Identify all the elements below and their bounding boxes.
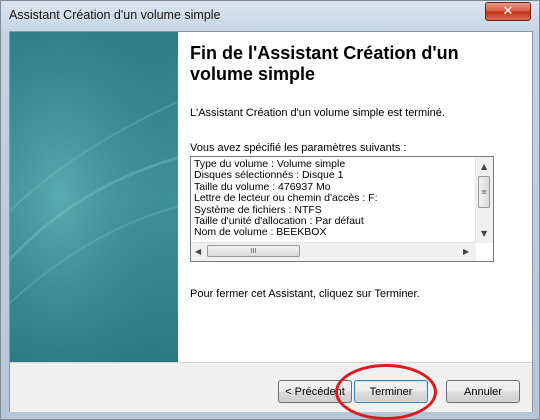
parameters-label: Vous avez spécifié les paramètres suivan… [190,142,407,154]
wizard-content: Fin de l'Assistant Création d'un volume … [190,32,525,362]
grip-icon: ≡ [481,188,487,196]
previous-button[interactable]: < Précédent [278,380,352,403]
window-title: Assistant Création d'un volume simple [9,8,221,22]
wizard-client-area: Fin de l'Assistant Création d'un volume … [9,31,533,412]
wizard-window: Assistant Création d'un volume simple ✕ [0,0,540,420]
finish-button[interactable]: Terminer [354,380,428,403]
scroll-up-icon[interactable]: ▲ [481,162,487,171]
list-item: Lettre de lecteur ou chemin d'accès : F: [194,192,378,205]
close-icon: ✕ [502,4,514,19]
page-title: Fin de l'Assistant Création d'un volume … [190,43,459,84]
list-item: Nom de volume : BEEKBOX [194,226,327,239]
title-bar[interactable]: Assistant Création d'un volume simple ✕ [1,1,539,31]
vertical-scroll-thumb[interactable]: ≡ [478,176,490,208]
parameters-list: Type du volume : Volume simple Disques s… [194,158,474,239]
vertical-scrollbar[interactable]: ▲ ≡ ▼ [475,157,493,243]
wizard-side-banner [10,32,178,362]
cancel-button[interactable]: Annuler [446,380,520,403]
scroll-down-icon[interactable]: ▼ [481,229,487,238]
parameters-listbox[interactable]: Type du volume : Volume simple Disques s… [190,156,494,262]
horizontal-scrollbar[interactable]: ◀ III ▶ [191,242,476,261]
scroll-right-icon[interactable]: ▶ [463,247,469,256]
scroll-left-icon[interactable]: ◀ [195,247,201,256]
grip-icon: III [250,247,257,255]
close-instruction: Pour fermer cet Assistant, cliquez sur T… [190,288,420,300]
button-bar: < Précédent Terminer Annuler [10,362,532,412]
close-button[interactable]: ✕ [485,2,531,21]
completion-message: L'Assistant Création d'un volume simple … [190,107,445,119]
horizontal-scroll-thumb[interactable]: III [207,245,300,257]
